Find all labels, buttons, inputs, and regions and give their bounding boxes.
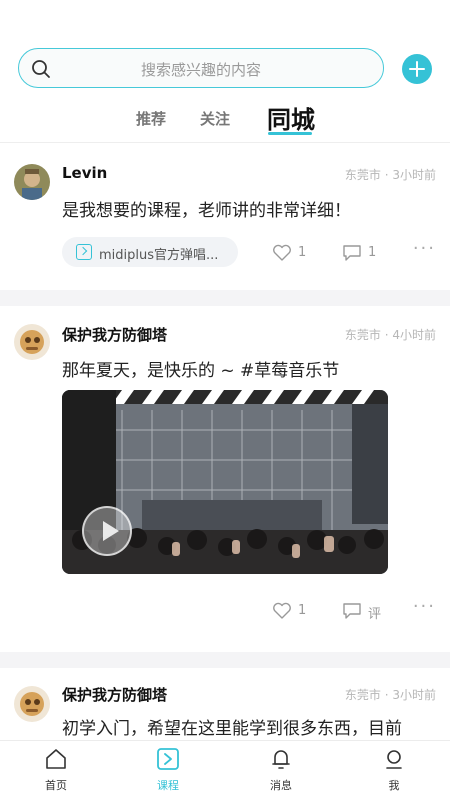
post-meta: 东莞市 · 4小时前 [344, 328, 436, 342]
play-icon[interactable] [82, 506, 132, 556]
post-separator [0, 290, 450, 306]
more-options-icon[interactable]: ··· [413, 238, 436, 259]
nav-course[interactable]: 课程 [138, 747, 198, 793]
nav-messages-label: 消息 [270, 779, 292, 792]
post-content: 初学入门，希望在这里能学到很多东西，目前 [62, 719, 402, 739]
tab-following[interactable]: 关注 [200, 108, 230, 129]
nav-home[interactable]: 首页 [26, 747, 86, 793]
username[interactable]: 保护我方防御塔 [62, 324, 167, 345]
course-title: midiplus官方弹唱... [99, 248, 219, 263]
like-button[interactable]: 1 [272, 244, 312, 264]
add-post-button[interactable] [402, 54, 432, 84]
avatar[interactable] [14, 164, 50, 200]
post-meta: 东莞市 · 3小时前 [344, 168, 436, 182]
active-tab-indicator [268, 132, 312, 135]
bell-icon [272, 750, 290, 769]
tab-local[interactable]: 同城 [267, 100, 315, 135]
search-placeholder: 搜索感兴趣的内容 [140, 61, 261, 79]
nav-home-label: 首页 [45, 779, 67, 792]
username[interactable]: 保护我方防御塔 [62, 684, 167, 705]
like-count: 1 [298, 603, 307, 618]
post-separator [0, 652, 450, 668]
post-content: 那年夏天，是快乐的 ~ #草莓音乐节 [62, 361, 340, 381]
plus-icon [409, 61, 425, 77]
heart-icon [273, 244, 291, 261]
comment-icon [343, 603, 361, 619]
comment-icon [343, 245, 361, 261]
tabs-divider [0, 142, 450, 143]
comment-button[interactable]: 评 [342, 602, 382, 622]
feed-tabs: 推荐 关注 同城 [0, 100, 450, 140]
avatar[interactable] [14, 686, 50, 722]
comment-button[interactable]: 1 [342, 244, 382, 264]
like-count: 1 [298, 245, 307, 260]
nav-messages[interactable]: 消息 [251, 747, 311, 793]
post-meta: 东莞市 · 3小时前 [344, 688, 436, 702]
search-row: 搜索感兴趣的内容 [18, 48, 432, 90]
comment-count: 1 [368, 245, 377, 260]
post-card[interactable]: Levin 东莞市 · 3小时前 是我想要的课程，老师讲的非常详细！ midip… [0, 150, 450, 290]
nav-me[interactable]: 我 [364, 747, 424, 793]
course-icon [76, 244, 92, 260]
heart-icon [273, 602, 291, 619]
more-options-icon[interactable]: ··· [413, 596, 436, 617]
nav-course-label: 课程 [157, 779, 179, 792]
post-content: 是我想要的课程，老师讲的非常详细！ [62, 201, 351, 221]
home-icon [46, 749, 66, 769]
comment-label: 评 [368, 607, 382, 622]
course-link[interactable]: midiplus官方弹唱... [62, 237, 238, 267]
like-button[interactable]: 1 [272, 602, 312, 622]
avatar[interactable] [14, 324, 50, 360]
username[interactable]: Levin [62, 164, 107, 182]
nav-me-label: 我 [388, 779, 400, 792]
post-card[interactable]: 保护我方防御塔 东莞市 · 3小时前 初学入门，希望在这里能学到很多东西，目前 [0, 668, 450, 740]
profile-icon [386, 750, 402, 769]
course-icon [157, 748, 179, 770]
bottom-nav: 首页 课程 消息 我 [0, 740, 450, 800]
post-video-thumbnail[interactable] [62, 390, 388, 574]
search-input[interactable]: 搜索感兴趣的内容 [18, 48, 384, 88]
tab-recommend[interactable]: 推荐 [136, 108, 166, 129]
post-card[interactable]: 保护我方防御塔 东莞市 · 4小时前 那年夏天，是快乐的 ~ #草莓音乐节 1 … [0, 306, 450, 646]
